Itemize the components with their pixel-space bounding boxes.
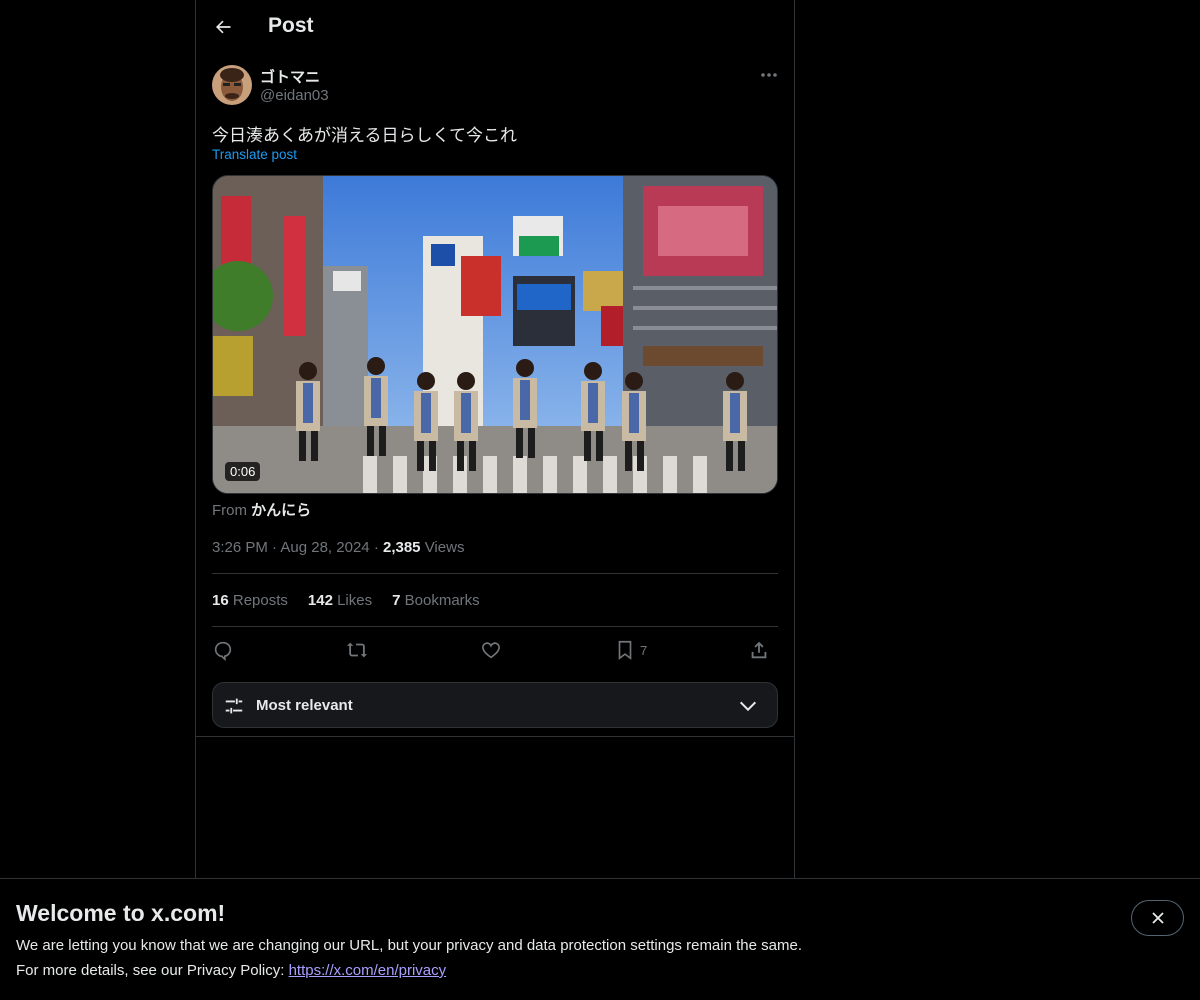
bookmark-button[interactable]: 7 — [614, 638, 647, 662]
url-change-banner: Welcome to x.com! We are letting you kno… — [0, 878, 1200, 1000]
video-thumbnail — [213, 176, 777, 493]
reply-icon — [214, 641, 232, 661]
translate-post-link[interactable]: Translate post — [212, 147, 297, 162]
sort-label: Most relevant — [256, 697, 353, 714]
avatar[interactable] — [212, 65, 252, 105]
close-icon — [1151, 912, 1164, 924]
arrow-left-icon — [216, 20, 231, 34]
from-prefix: From — [212, 502, 247, 519]
likes-stat[interactable]: 142 Likes — [308, 592, 372, 609]
bookmarks-stat[interactable]: 7 Bookmarks — [392, 592, 480, 609]
share-button[interactable] — [748, 638, 770, 662]
more-options-button[interactable] — [758, 66, 780, 84]
user-handle[interactable]: @eidan03 — [260, 87, 329, 104]
reply-button[interactable] — [212, 638, 234, 662]
share-icon — [751, 641, 767, 659]
video-player[interactable]: 0:06 — [212, 175, 778, 494]
views-count: 2,385 — [382, 539, 421, 556]
repost-icon — [346, 642, 368, 658]
sort-replies-dropdown[interactable]: Most relevant — [212, 682, 778, 728]
divider — [196, 736, 794, 737]
privacy-policy-link[interactable]: https://x.com/en/privacy — [289, 962, 447, 979]
sliders-icon — [225, 698, 243, 714]
back-button[interactable] — [206, 10, 240, 44]
like-button[interactable] — [480, 638, 502, 662]
banner-title: Welcome to x.com! — [16, 900, 226, 926]
close-banner-button[interactable] — [1131, 900, 1184, 936]
post-text: 今日湊あくあが消える日らしくて今これ — [212, 126, 517, 146]
heart-icon — [482, 642, 500, 659]
source-attribution: From かんにら — [212, 499, 311, 520]
divider — [212, 573, 778, 574]
video-duration-badge: 0:06 — [225, 462, 261, 481]
primary-column: Post ゴトマニ @eidan03 今日湊あくあが消える日らしくて今これ Tr… — [195, 0, 795, 878]
engagement-stats: 16 Reposts 142 Likes 7 Bookmarks — [212, 592, 480, 609]
ellipsis-icon — [761, 73, 777, 77]
top-bar: Post — [196, 0, 794, 54]
banner-privacy-line: For more details, see our Privacy Policy… — [16, 962, 447, 979]
divider — [212, 626, 778, 627]
bookmark-icon — [618, 640, 632, 660]
display-name[interactable]: ゴトマニ — [260, 66, 320, 87]
reposts-stat[interactable]: 16 Reposts — [212, 592, 288, 609]
page-title: Post — [268, 14, 314, 37]
source-name-link[interactable]: かんにら — [251, 502, 311, 519]
chevron-down-icon — [739, 701, 757, 712]
post-time[interactable]: 3:26 PM — [212, 539, 268, 556]
views-label: Views — [424, 539, 465, 556]
repost-button[interactable] — [346, 638, 368, 662]
post-date[interactable]: Aug 28, 2024 — [280, 539, 369, 556]
bookmark-count: 7 — [640, 642, 648, 658]
post-metadata: 3:26 PM · Aug 28, 2024 · 2,385 Views — [212, 539, 465, 556]
action-bar: 7 — [212, 638, 778, 664]
banner-message: We are letting you know that we are chan… — [16, 937, 802, 954]
